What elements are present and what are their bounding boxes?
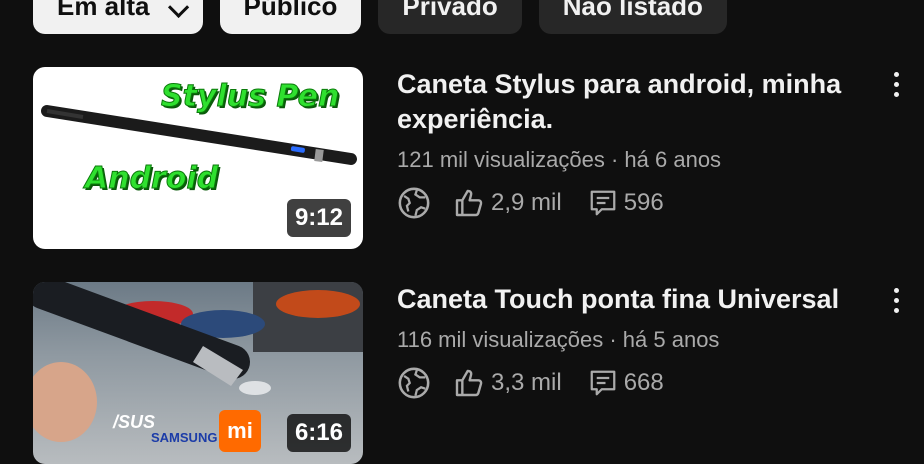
duration-badge: 6:16 <box>286 414 351 452</box>
chip-nao-listado[interactable]: Não listado <box>538 0 727 34</box>
chip-publico[interactable]: Público <box>219 0 362 34</box>
video-thumbnail[interactable]: Stylus Pen Android 9:12 <box>33 67 363 249</box>
globe-icon <box>398 367 430 399</box>
chip-label: Público <box>243 0 338 21</box>
samsung-logo: SAMSUNG <box>151 430 218 445</box>
comment-count: 668 <box>623 369 664 396</box>
video-stats: 3,3 mil 668 <box>397 366 690 400</box>
video-title[interactable]: Caneta Stylus para android, minha experi… <box>397 67 857 137</box>
comment-icon <box>590 370 616 396</box>
like-count: 2,9 mil <box>491 189 562 216</box>
thumbs-up-icon <box>455 189 483 217</box>
chip-label: Não listado <box>562 0 703 21</box>
thumbs-up-icon <box>455 369 483 397</box>
video-thumbnail[interactable]: /SUS SAMSUNG mi 6:16 <box>33 282 363 464</box>
thumb-text: Stylus Pen <box>160 79 340 115</box>
more-options-icon[interactable] <box>888 288 904 318</box>
more-options-icon[interactable] <box>888 72 904 102</box>
chip-privado[interactable]: Privado <box>378 0 522 34</box>
comment-count: 596 <box>623 189 664 216</box>
xiaomi-logo: mi <box>219 410 261 452</box>
chip-label: Em alta <box>57 0 150 21</box>
chevron-down-icon <box>167 0 189 19</box>
video-title[interactable]: Caneta Touch ponta fina Universal <box>397 282 857 317</box>
video-meta: 116 mil visualizações · há 5 anos <box>397 327 720 352</box>
chip-em-alta[interactable]: Em alta <box>33 0 203 34</box>
comment-icon <box>590 190 616 216</box>
like-count: 3,3 mil <box>491 369 562 396</box>
thumb-text: Android <box>84 161 219 197</box>
globe-icon <box>398 187 430 219</box>
video-meta: 121 mil visualizações · há 6 anos <box>397 147 722 172</box>
video-stats: 2,9 mil 596 <box>397 186 690 220</box>
chip-label: Privado <box>402 0 498 21</box>
filter-chips: Em alta Público Privado Não listado <box>33 0 727 34</box>
asus-logo: /SUS <box>113 412 156 432</box>
duration-badge: 9:12 <box>286 199 351 237</box>
